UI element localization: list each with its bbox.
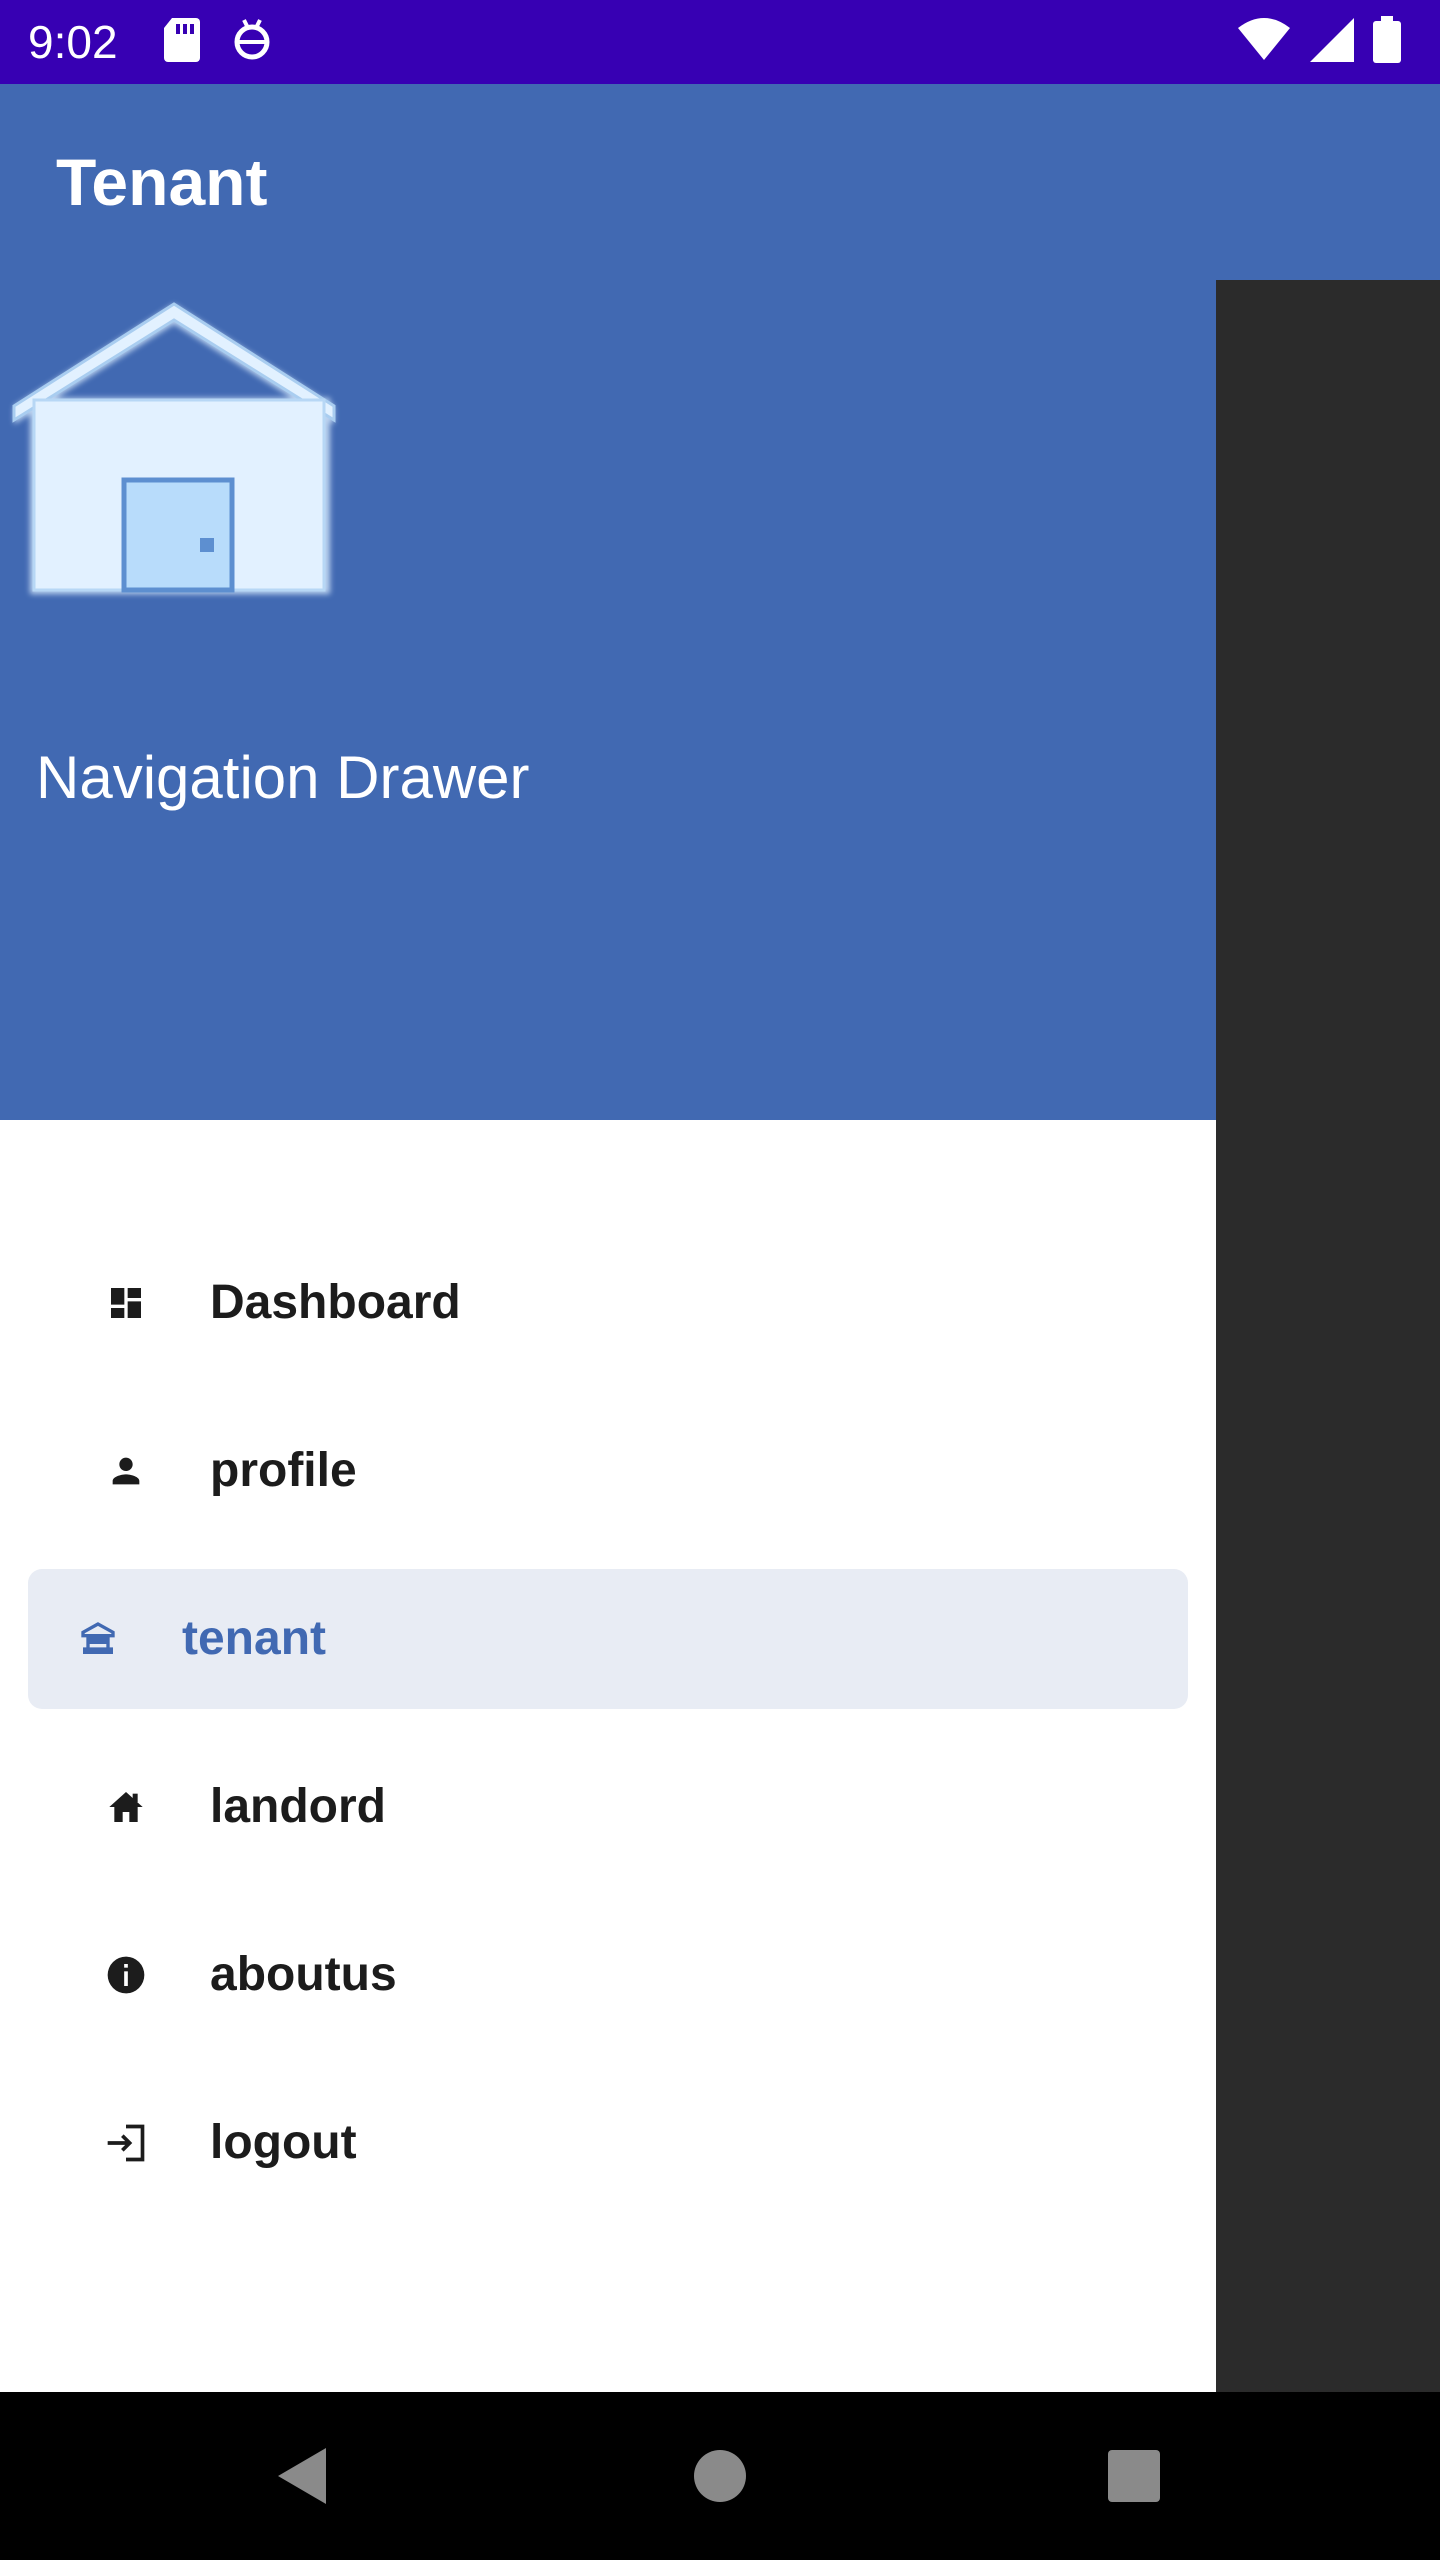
menu-label-dashboard: Dashboard [210, 1276, 461, 1329]
battery-icon [1372, 16, 1402, 69]
navigation-drawer: Navigation Drawer Dashboard profile tena… [0, 280, 1216, 2392]
menu-label-tenant: tenant [182, 1612, 326, 1665]
recents-icon[interactable] [1094, 2436, 1174, 2516]
info-icon [96, 1945, 156, 2005]
app-title: Tenant [56, 145, 268, 219]
drawer-scrim[interactable] [1216, 280, 1440, 2392]
drawer-header-title: Navigation Drawer [36, 744, 530, 811]
menu-item-logout[interactable]: logout [28, 2073, 1188, 2213]
menu-label-profile: profile [210, 1444, 357, 1497]
sd-card-icon [162, 16, 202, 69]
signal-icon [1308, 16, 1356, 69]
status-right-icons [1236, 16, 1402, 69]
menu-item-aboutus[interactable]: aboutus [28, 1905, 1188, 2045]
drawer-header: Navigation Drawer [0, 280, 1216, 1120]
menu-item-tenant[interactable]: tenant [28, 1569, 1188, 1709]
menu-item-landord[interactable]: landord [28, 1737, 1188, 1877]
person-icon [96, 1441, 156, 1501]
menu-label-logout: logout [210, 2116, 357, 2169]
menu-item-profile[interactable]: profile [28, 1401, 1188, 1541]
home-circle-icon[interactable] [680, 2436, 760, 2516]
menu-label-aboutus: aboutus [210, 1948, 397, 2001]
logout-icon [96, 2113, 156, 2173]
system-nav-bar [0, 2392, 1440, 2560]
menu-item-dashboard[interactable]: Dashboard [28, 1233, 1188, 1373]
menu-label-landord: landord [210, 1780, 386, 1833]
wifi-icon [1236, 16, 1292, 69]
status-left-icons [162, 16, 272, 69]
status-time: 9:02 [28, 16, 118, 68]
status-bar: 9:02 [0, 0, 1440, 84]
home-icon [96, 1777, 156, 1837]
dashboard-icon [96, 1273, 156, 1333]
tenant-icon [68, 1609, 128, 1669]
debug-icon [232, 16, 272, 69]
back-icon[interactable] [262, 2436, 342, 2516]
house-icon [6, 294, 342, 608]
